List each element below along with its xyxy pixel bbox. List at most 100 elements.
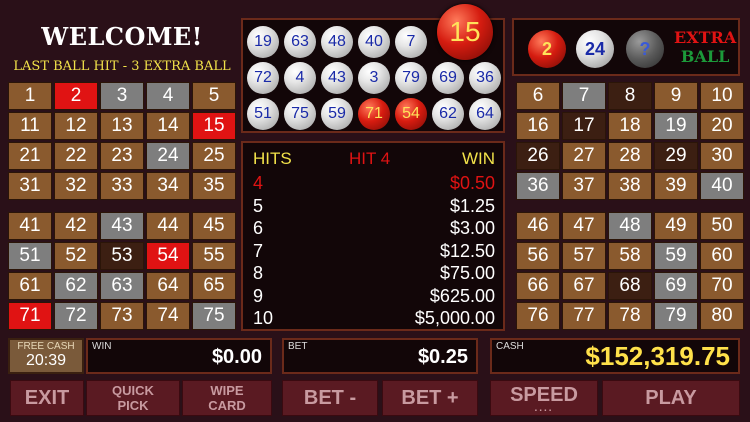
number-cell[interactable]: 5 <box>192 82 236 110</box>
number-cell[interactable]: 41 <box>8 212 52 240</box>
number-cell[interactable]: 12 <box>54 112 98 140</box>
number-cell[interactable]: 67 <box>562 272 606 300</box>
number-cell[interactable]: 38 <box>608 172 652 200</box>
number-cell[interactable]: 1 <box>8 82 52 110</box>
number-cell[interactable]: 26 <box>516 142 560 170</box>
number-cell[interactable]: 49 <box>654 212 698 240</box>
number-cell[interactable]: 32 <box>54 172 98 200</box>
number-cell[interactable]: 20 <box>700 112 744 140</box>
number-cell[interactable]: 23 <box>100 142 144 170</box>
number-cell[interactable]: 45 <box>192 212 236 240</box>
number-cell[interactable]: 47 <box>562 212 606 240</box>
bet-minus-button[interactable]: BET - <box>282 380 378 416</box>
extra-ball-panel: 2 24 ? EXTRA BALL <box>512 18 740 76</box>
number-cell[interactable]: 40 <box>700 172 744 200</box>
number-cell[interactable]: 28 <box>608 142 652 170</box>
number-cell[interactable]: 65 <box>192 272 236 300</box>
number-cell[interactable]: 62 <box>54 272 98 300</box>
number-cell[interactable]: 9 <box>654 82 698 110</box>
number-cell[interactable]: 42 <box>54 212 98 240</box>
number-cell[interactable]: 18 <box>608 112 652 140</box>
number-cell[interactable]: 56 <box>516 242 560 270</box>
cash-value: $152,319.75 <box>585 341 730 371</box>
paytable-row: 8 $75.00 <box>253 263 495 287</box>
number-cell[interactable]: 61 <box>8 272 52 300</box>
drawn-ball: 72 <box>247 62 279 94</box>
number-cell[interactable]: 68 <box>608 272 652 300</box>
number-cell[interactable]: 39 <box>654 172 698 200</box>
number-cell[interactable]: 58 <box>608 242 652 270</box>
number-cell[interactable]: 80 <box>700 302 744 330</box>
number-cell[interactable]: 57 <box>562 242 606 270</box>
number-cell[interactable]: 50 <box>700 212 744 240</box>
number-cell[interactable]: 4 <box>146 82 190 110</box>
number-cell[interactable]: 2 <box>54 82 98 110</box>
play-button[interactable]: PLAY <box>602 380 740 416</box>
number-cell[interactable]: 77 <box>562 302 606 330</box>
number-cell[interactable]: 15 <box>192 112 236 140</box>
number-cell[interactable]: 52 <box>54 242 98 270</box>
number-cell[interactable]: 70 <box>700 272 744 300</box>
number-cell[interactable]: 24 <box>146 142 190 170</box>
bet-plus-button[interactable]: BET + <box>382 380 478 416</box>
number-cell[interactable]: 31 <box>8 172 52 200</box>
number-cell[interactable]: 63 <box>100 272 144 300</box>
number-cell[interactable]: 11 <box>8 112 52 140</box>
number-cell[interactable]: 22 <box>54 142 98 170</box>
number-cell[interactable]: 74 <box>146 302 190 330</box>
free-cash-button[interactable]: FREE CASH 20:39 <box>8 338 84 374</box>
number-cell[interactable]: 14 <box>146 112 190 140</box>
number-cell[interactable]: 30 <box>700 142 744 170</box>
number-cell[interactable]: 27 <box>562 142 606 170</box>
number-cell[interactable]: 16 <box>516 112 560 140</box>
number-cell[interactable]: 8 <box>608 82 652 110</box>
paytable-row: 7 $12.50 <box>253 241 495 265</box>
number-cell[interactable]: 48 <box>608 212 652 240</box>
bet-label: BET <box>288 341 308 352</box>
number-cell[interactable]: 69 <box>654 272 698 300</box>
number-cell[interactable]: 55 <box>192 242 236 270</box>
number-cell[interactable]: 3 <box>100 82 144 110</box>
number-cell[interactable]: 76 <box>516 302 560 330</box>
number-cell[interactable]: 75 <box>192 302 236 330</box>
speed-button[interactable]: SPEED .... <box>490 380 598 416</box>
drawn-ball: 3 <box>358 62 390 94</box>
exit-button[interactable]: EXIT <box>10 380 84 416</box>
number-cell[interactable]: 19 <box>654 112 698 140</box>
number-cell[interactable]: 60 <box>700 242 744 270</box>
number-cell[interactable]: 43 <box>100 212 144 240</box>
number-cell[interactable]: 51 <box>8 242 52 270</box>
number-cell[interactable]: 72 <box>54 302 98 330</box>
number-cell[interactable]: 10 <box>700 82 744 110</box>
number-cell[interactable]: 53 <box>100 242 144 270</box>
number-cell[interactable]: 29 <box>654 142 698 170</box>
number-cell[interactable]: 17 <box>562 112 606 140</box>
number-cell[interactable]: 7 <box>562 82 606 110</box>
number-cell[interactable]: 34 <box>146 172 190 200</box>
number-cell[interactable]: 59 <box>654 242 698 270</box>
number-cell[interactable]: 6 <box>516 82 560 110</box>
extra-ball-3: ? <box>626 30 664 68</box>
number-cell[interactable]: 73 <box>100 302 144 330</box>
number-cell[interactable]: 21 <box>8 142 52 170</box>
number-cell[interactable]: 36 <box>516 172 560 200</box>
number-cell[interactable]: 13 <box>100 112 144 140</box>
number-cell[interactable]: 79 <box>654 302 698 330</box>
number-cell[interactable]: 44 <box>146 212 190 240</box>
number-cell[interactable]: 33 <box>100 172 144 200</box>
number-cell[interactable]: 78 <box>608 302 652 330</box>
number-cell[interactable]: 25 <box>192 142 236 170</box>
number-cell[interactable]: 71 <box>8 302 52 330</box>
quick-pick-button[interactable]: QUICK PICK <box>86 380 180 416</box>
paytable-hits: 5 <box>253 195 264 216</box>
number-cell[interactable]: 35 <box>192 172 236 200</box>
number-cell[interactable]: 46 <box>516 212 560 240</box>
number-cell[interactable]: 54 <box>146 242 190 270</box>
wipe-card-button[interactable]: WIPE CARD <box>182 380 272 416</box>
paytable-win: $1.25 <box>449 195 495 216</box>
drawn-ball: 51 <box>247 98 279 130</box>
number-cell[interactable]: 37 <box>562 172 606 200</box>
welcome-panel: WELCOME! LAST BALL HIT - 3 EXTRA BALL <box>6 18 238 80</box>
number-cell[interactable]: 64 <box>146 272 190 300</box>
number-cell[interactable]: 66 <box>516 272 560 300</box>
